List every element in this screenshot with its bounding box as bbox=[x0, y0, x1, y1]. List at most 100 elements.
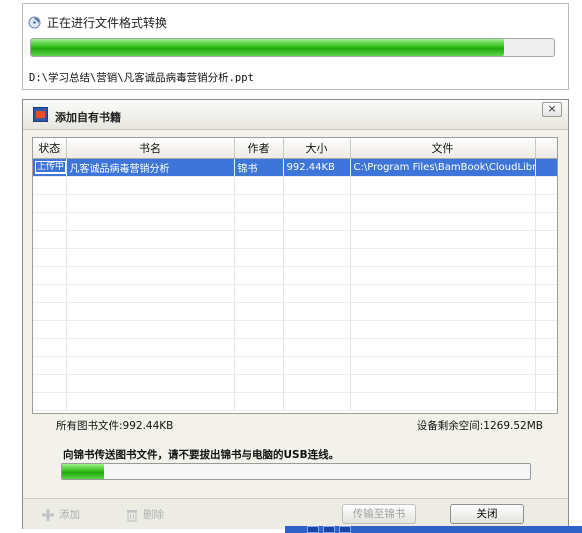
empty-cell bbox=[33, 194, 67, 213]
add-books-dialog: 添加自有书籍 × 状态 书名 作者 大小 文件 上传中 凡客诚品病毒营销分析 锦… bbox=[22, 99, 569, 529]
empty-cell bbox=[33, 248, 67, 267]
empty-cell bbox=[283, 266, 351, 285]
empty-cell bbox=[66, 266, 235, 285]
empty-cell bbox=[535, 338, 557, 357]
empty-cell bbox=[350, 176, 536, 195]
conversion-progress-fill bbox=[31, 39, 504, 56]
empty-cell bbox=[66, 230, 235, 249]
empty-cell bbox=[350, 302, 536, 321]
cell-author: 锦书 bbox=[234, 158, 284, 177]
add-button[interactable]: 添加 bbox=[41, 507, 80, 522]
empty-cell bbox=[535, 320, 557, 339]
empty-cell bbox=[350, 194, 536, 213]
empty-cell bbox=[234, 212, 284, 231]
empty-cell bbox=[350, 392, 536, 411]
empty-cell bbox=[350, 266, 536, 285]
empty-cell bbox=[283, 230, 351, 249]
empty-cell bbox=[66, 302, 235, 321]
empty-cell bbox=[535, 284, 557, 303]
empty-table-row[interactable] bbox=[33, 266, 557, 285]
plus-icon bbox=[41, 508, 55, 522]
empty-cell bbox=[535, 230, 557, 249]
dialog-close-button[interactable]: × bbox=[542, 102, 562, 117]
empty-cell bbox=[66, 194, 235, 213]
empty-table-row[interactable] bbox=[33, 230, 557, 249]
empty-table-row[interactable] bbox=[33, 392, 557, 411]
device-free-space: 设备剩余空间:1269.52MB bbox=[416, 420, 543, 432]
empty-table-row[interactable] bbox=[33, 374, 557, 393]
table-row[interactable]: 上传中 凡客诚品病毒营销分析 锦书 992.44KB C:\Program Fi… bbox=[33, 158, 557, 177]
empty-cell bbox=[234, 302, 284, 321]
empty-cell bbox=[234, 176, 284, 195]
cell-status: 上传中 bbox=[33, 158, 67, 177]
empty-cell bbox=[66, 320, 235, 339]
column-header-name[interactable]: 书名 bbox=[66, 138, 235, 159]
empty-cell bbox=[350, 230, 536, 249]
empty-cell bbox=[350, 374, 536, 393]
empty-cell bbox=[350, 356, 536, 375]
empty-cell bbox=[283, 194, 351, 213]
empty-cell bbox=[350, 212, 536, 231]
empty-cell bbox=[234, 266, 284, 285]
column-header-size[interactable]: 大小 bbox=[283, 138, 351, 159]
empty-table-row[interactable] bbox=[33, 356, 557, 375]
empty-cell bbox=[33, 320, 67, 339]
total-files-size: 所有图书文件:992.44KB bbox=[56, 420, 174, 432]
taskbar-button[interactable] bbox=[339, 526, 351, 533]
empty-cell bbox=[33, 338, 67, 357]
empty-cell bbox=[33, 284, 67, 303]
delete-button[interactable]: 删除 bbox=[125, 507, 164, 522]
empty-cell bbox=[535, 392, 557, 411]
empty-table-row[interactable] bbox=[33, 248, 557, 267]
trash-icon bbox=[125, 508, 139, 522]
empty-cell bbox=[350, 338, 536, 357]
dialog-titlebar[interactable]: 添加自有书籍 × bbox=[23, 100, 568, 130]
column-header-status[interactable]: 状态 bbox=[33, 138, 67, 159]
empty-cell bbox=[535, 248, 557, 267]
empty-cell bbox=[350, 248, 536, 267]
conversion-panel: 正在进行文件格式转换 D:\学习总结\营销\凡客诚品病毒营销分析.ppt bbox=[22, 3, 569, 90]
empty-table-row[interactable] bbox=[33, 212, 557, 231]
cell-size: 992.44KB bbox=[283, 158, 351, 177]
empty-cell bbox=[66, 284, 235, 303]
empty-cell bbox=[66, 212, 235, 231]
empty-cell bbox=[33, 302, 67, 321]
transfer-to-device-button[interactable]: 传输至锦书 bbox=[342, 504, 416, 524]
dialog-toolbar: 添加 删除 传输至锦书 关闭 bbox=[23, 498, 568, 529]
empty-table-row[interactable] bbox=[33, 338, 557, 357]
delete-label: 删除 bbox=[143, 509, 164, 521]
empty-cell bbox=[66, 248, 235, 267]
transfer-progress-fill bbox=[62, 464, 105, 479]
cell-book-name: 凡客诚品病毒营销分析 bbox=[66, 158, 235, 177]
empty-cell bbox=[234, 230, 284, 249]
empty-cell bbox=[535, 212, 557, 231]
empty-table-row[interactable] bbox=[33, 284, 557, 303]
empty-cell bbox=[283, 248, 351, 267]
book-list-table[interactable]: 状态 书名 作者 大小 文件 上传中 凡客诚品病毒营销分析 锦书 992.44K… bbox=[32, 137, 558, 414]
table-header-row: 状态 书名 作者 大小 文件 bbox=[33, 138, 557, 159]
column-header-author[interactable]: 作者 bbox=[234, 138, 284, 159]
empty-cell bbox=[234, 320, 284, 339]
empty-table-row[interactable] bbox=[33, 194, 557, 213]
empty-cell bbox=[66, 356, 235, 375]
empty-cell bbox=[535, 356, 557, 375]
empty-cell bbox=[283, 284, 351, 303]
close-button[interactable]: 关闭 bbox=[450, 504, 524, 524]
empty-cell bbox=[234, 338, 284, 357]
column-header-filler bbox=[535, 138, 557, 159]
empty-table-row[interactable] bbox=[33, 176, 557, 195]
taskbar-button[interactable] bbox=[323, 526, 335, 533]
empty-table-row[interactable] bbox=[33, 320, 557, 339]
column-header-file[interactable]: 文件 bbox=[350, 138, 536, 159]
app-book-icon bbox=[33, 107, 48, 122]
empty-cell bbox=[350, 284, 536, 303]
dialog-title: 添加自有书籍 bbox=[55, 111, 121, 124]
empty-table-row[interactable] bbox=[33, 302, 557, 321]
empty-cell bbox=[33, 374, 67, 393]
empty-cell bbox=[535, 266, 557, 285]
empty-cell bbox=[283, 356, 351, 375]
transfer-progress-bar bbox=[61, 463, 531, 480]
taskbar-button[interactable] bbox=[307, 526, 319, 533]
add-label: 添加 bbox=[59, 509, 80, 521]
loading-spinner-icon bbox=[28, 16, 41, 29]
